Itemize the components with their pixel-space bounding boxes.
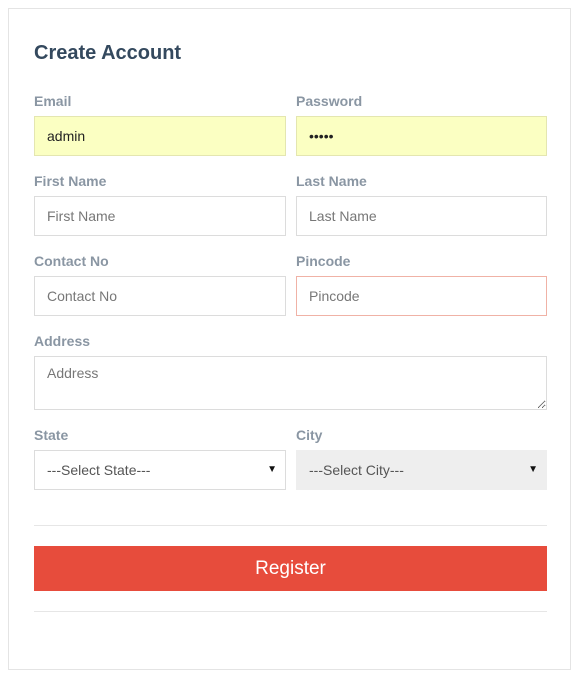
address-field[interactable] [34, 356, 547, 410]
first-name-field[interactable] [34, 196, 286, 236]
password-field[interactable] [296, 116, 547, 156]
state-selected-value: ---Select State--- [47, 462, 151, 478]
state-select[interactable]: ---Select State--- ▼ [34, 450, 286, 490]
form-title: Create Account [34, 42, 182, 64]
city-select[interactable]: ---Select City--- ▼ [296, 450, 547, 490]
address-label: Address [34, 333, 91, 349]
contact-no-label: Contact No [34, 253, 109, 269]
email-label: Email [34, 93, 72, 109]
city-selected-value: ---Select City--- [309, 462, 404, 478]
last-name-field[interactable] [296, 196, 547, 236]
city-label: City [296, 427, 323, 443]
contact-no-field[interactable] [34, 276, 286, 316]
first-name-label: First Name [34, 173, 107, 189]
divider-top [34, 525, 547, 526]
register-button[interactable]: Register [34, 546, 547, 591]
email-field[interactable] [34, 116, 286, 156]
state-label: State [34, 427, 69, 443]
last-name-label: Last Name [296, 173, 367, 189]
caret-down-icon: ▼ [528, 464, 538, 475]
pincode-field[interactable] [296, 276, 547, 316]
password-label: Password [296, 93, 363, 109]
divider-bottom [34, 611, 547, 612]
pincode-label: Pincode [296, 253, 351, 269]
caret-down-icon: ▼ [267, 464, 277, 475]
